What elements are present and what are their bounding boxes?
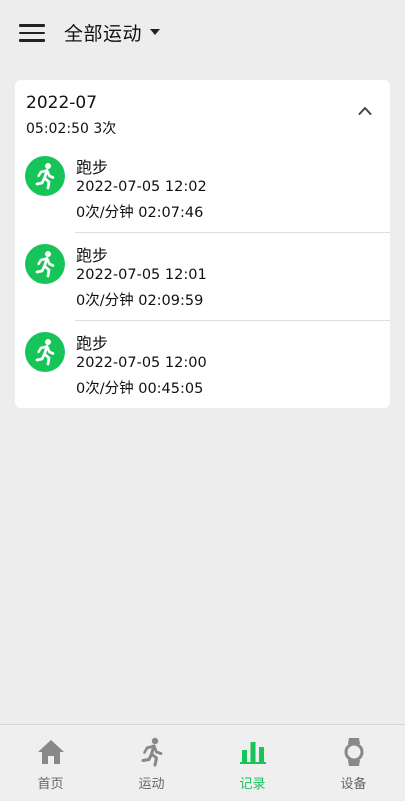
- menu-icon[interactable]: [19, 24, 45, 42]
- record-stats: 0次/分钟 02:07:46: [76, 205, 204, 221]
- record-datetime: 2022-07-05 12:01: [76, 267, 207, 283]
- record-item[interactable]: 跑步 2022-07-05 12:02 0次/分钟 02:07:46: [15, 148, 390, 236]
- running-icon: [138, 737, 166, 767]
- record-divider: [75, 320, 390, 321]
- tab-sports[interactable]: 运动: [101, 725, 202, 801]
- record-divider: [75, 232, 390, 233]
- running-icon: [25, 156, 65, 196]
- bottom-tab-bar: 首页 运动 记录 设备: [0, 724, 405, 800]
- record-stats: 0次/分钟 02:09:59: [76, 293, 204, 309]
- record-sport-type: 跑步: [76, 334, 109, 353]
- record-sport-type: 跑步: [76, 158, 109, 177]
- tab-devices-label: 设备: [340, 777, 367, 792]
- running-icon: [25, 332, 65, 372]
- tab-devices[interactable]: 设备: [303, 725, 404, 801]
- record-sport-type: 跑步: [76, 246, 109, 265]
- bar-chart-icon: [239, 737, 267, 767]
- month-summary-stats: 05:02:50 3次: [26, 121, 117, 137]
- sport-filter-dropdown[interactable]: 全部运动: [64, 18, 161, 46]
- month-records-card: 2022-07 05:02:50 3次 跑步 2022-07-05 12:02 …: [15, 80, 390, 408]
- top-bar: 全部运动: [0, 0, 405, 64]
- watch-icon: [340, 737, 368, 767]
- record-item[interactable]: 跑步 2022-07-05 12:01 0次/分钟 02:09:59: [15, 236, 390, 324]
- tab-home-label: 首页: [37, 777, 64, 792]
- record-datetime: 2022-07-05 12:00: [76, 355, 207, 371]
- dropdown-caret-icon: [150, 29, 161, 35]
- home-icon: [37, 737, 65, 767]
- record-item[interactable]: 跑步 2022-07-05 12:00 0次/分钟 00:45:05: [15, 324, 390, 412]
- month-summary-header[interactable]: 2022-07 05:02:50 3次: [15, 80, 390, 144]
- sport-filter-label: 全部运动: [64, 22, 143, 45]
- running-icon: [25, 244, 65, 284]
- tab-records-label: 记录: [239, 777, 266, 792]
- tab-sports-label: 运动: [138, 777, 165, 792]
- record-datetime: 2022-07-05 12:02: [76, 179, 207, 195]
- month-title: 2022-07: [26, 93, 98, 113]
- chevron-up-icon[interactable]: [358, 106, 372, 115]
- record-stats: 0次/分钟 00:45:05: [76, 381, 204, 397]
- tab-home[interactable]: 首页: [0, 725, 101, 801]
- tab-records[interactable]: 记录: [202, 725, 303, 801]
